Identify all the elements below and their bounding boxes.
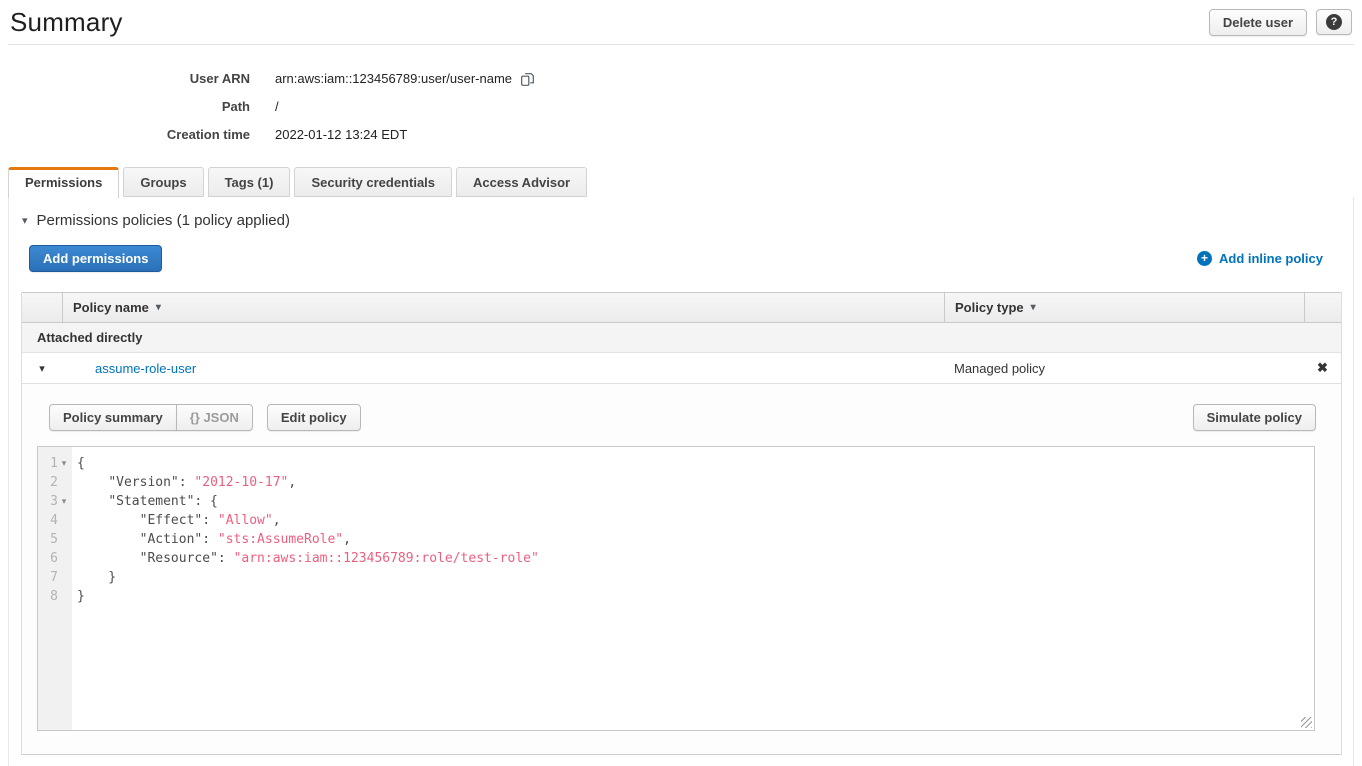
table-row: ▾ assume-role-user Managed policy ✖ bbox=[22, 353, 1341, 384]
actions-column-header bbox=[1304, 293, 1341, 322]
json-view-button[interactable]: {} JSON bbox=[176, 404, 253, 431]
detail-row-user-arn: User ARN arn:aws:iam::123456789:user/use… bbox=[0, 65, 1362, 93]
fold-caret-icon[interactable]: ▾ bbox=[58, 492, 70, 511]
tab-permissions[interactable]: Permissions bbox=[8, 167, 119, 198]
fold-caret-icon bbox=[58, 473, 70, 492]
code-line: } bbox=[77, 587, 1314, 606]
help-button[interactable]: ? bbox=[1316, 9, 1352, 35]
policy-type-cell: Managed policy bbox=[944, 353, 1304, 383]
detail-value: arn:aws:iam::123456789:user/user-name bbox=[275, 65, 535, 93]
user-details: User ARN arn:aws:iam::123456789:user/use… bbox=[0, 45, 1362, 167]
attached-directly-group-row: Attached directly bbox=[22, 323, 1341, 353]
header-actions: Delete user ? bbox=[1209, 9, 1352, 36]
detail-row-path: Path / bbox=[0, 93, 1362, 121]
json-policy-editor[interactable]: 1▾23▾45678 { "Version": "2012-10-17", "S… bbox=[37, 446, 1315, 731]
policy-name-column-header[interactable]: Policy name ▾ bbox=[62, 293, 944, 322]
tab-tags[interactable]: Tags (1) bbox=[208, 167, 291, 197]
editor-gutter: 1▾23▾45678 bbox=[38, 447, 72, 730]
policy-table-header: Policy name ▾ Policy type ▾ bbox=[22, 292, 1341, 323]
permissions-policies-section-header[interactable]: ▾ Permissions policies (1 policy applied… bbox=[9, 197, 1353, 229]
row-expander-caret-icon[interactable]: ▾ bbox=[22, 353, 62, 383]
sort-icon[interactable]: ▾ bbox=[156, 302, 161, 313]
add-permissions-button[interactable]: Add permissions bbox=[29, 245, 162, 272]
add-inline-policy-label: Add inline policy bbox=[1219, 251, 1323, 266]
resize-handle[interactable] bbox=[1301, 717, 1312, 728]
delete-user-button[interactable]: Delete user bbox=[1209, 9, 1307, 36]
policy-summary-button[interactable]: Policy summary bbox=[49, 404, 177, 431]
policy-type-column-header[interactable]: Policy type ▾ bbox=[944, 293, 1304, 322]
page-title: Summary bbox=[10, 7, 123, 38]
fold-caret-icon bbox=[58, 587, 70, 606]
detail-label: Path bbox=[0, 93, 250, 121]
fold-caret-icon bbox=[58, 530, 70, 549]
expander-column-header bbox=[22, 293, 62, 322]
tab-security-credentials[interactable]: Security credentials bbox=[294, 167, 452, 197]
detail-row-creation-time: Creation time 2022-01-12 13:24 EDT bbox=[0, 121, 1362, 149]
remove-policy-icon[interactable]: ✖ bbox=[1304, 353, 1341, 383]
policy-table: Policy name ▾ Policy type ▾ Attached dir… bbox=[21, 292, 1342, 755]
section-title: Permissions policies (1 policy applied) bbox=[37, 212, 290, 229]
tab-access-advisor[interactable]: Access Advisor bbox=[456, 167, 587, 197]
copy-icon[interactable] bbox=[520, 72, 535, 87]
creation-time-value: 2022-01-12 13:24 EDT bbox=[275, 121, 407, 149]
tab-bar: Permissions Groups Tags (1) Security cre… bbox=[0, 167, 1362, 197]
plus-circle-icon: + bbox=[1197, 251, 1212, 266]
fold-caret-icon bbox=[58, 549, 70, 568]
policy-name-header-label: Policy name bbox=[73, 300, 149, 315]
policy-actions-row: Add permissions + Add inline policy bbox=[9, 229, 1353, 272]
policy-name-cell: assume-role-user bbox=[62, 353, 944, 383]
edit-policy-button[interactable]: Edit policy bbox=[267, 404, 361, 431]
simulate-policy-button[interactable]: Simulate policy bbox=[1193, 404, 1316, 431]
detail-label: Creation time bbox=[0, 121, 250, 149]
policy-view-toolbar: Policy summary {} JSON Edit policy Simul… bbox=[22, 384, 1341, 431]
code-line: "Action": "sts:AssumeRole", bbox=[77, 530, 1314, 549]
policy-name-link[interactable]: assume-role-user bbox=[62, 361, 196, 376]
code-line: "Version": "2012-10-17", bbox=[77, 473, 1314, 492]
code-line: "Statement": { bbox=[77, 492, 1314, 511]
add-inline-policy-link[interactable]: + Add inline policy bbox=[1197, 251, 1323, 266]
editor-code[interactable]: { "Version": "2012-10-17", "Statement": … bbox=[72, 447, 1314, 730]
code-line: { bbox=[77, 454, 1314, 473]
code-line: "Resource": "arn:aws:iam::123456789:role… bbox=[77, 549, 1314, 568]
path-value: / bbox=[275, 93, 279, 121]
page-header: Summary Delete user ? bbox=[0, 0, 1362, 44]
help-icon: ? bbox=[1326, 14, 1342, 30]
fold-caret-icon bbox=[58, 511, 70, 530]
fold-caret-icon[interactable]: ▾ bbox=[58, 454, 70, 473]
tab-groups[interactable]: Groups bbox=[123, 167, 203, 197]
view-toggle-group: Policy summary {} JSON bbox=[49, 404, 253, 431]
fold-caret-icon bbox=[58, 568, 70, 587]
sort-icon[interactable]: ▾ bbox=[1031, 302, 1036, 313]
code-line: } bbox=[77, 568, 1314, 587]
user-arn-value: arn:aws:iam::123456789:user/user-name bbox=[275, 65, 512, 93]
policy-type-header-label: Policy type bbox=[955, 300, 1024, 315]
policy-detail-panel: Policy summary {} JSON Edit policy Simul… bbox=[22, 384, 1341, 755]
code-line: "Effect": "Allow", bbox=[77, 511, 1314, 530]
detail-label: User ARN bbox=[0, 65, 250, 93]
collapse-caret-icon[interactable]: ▾ bbox=[22, 214, 28, 227]
permissions-tab-content: ▾ Permissions policies (1 policy applied… bbox=[8, 197, 1354, 766]
